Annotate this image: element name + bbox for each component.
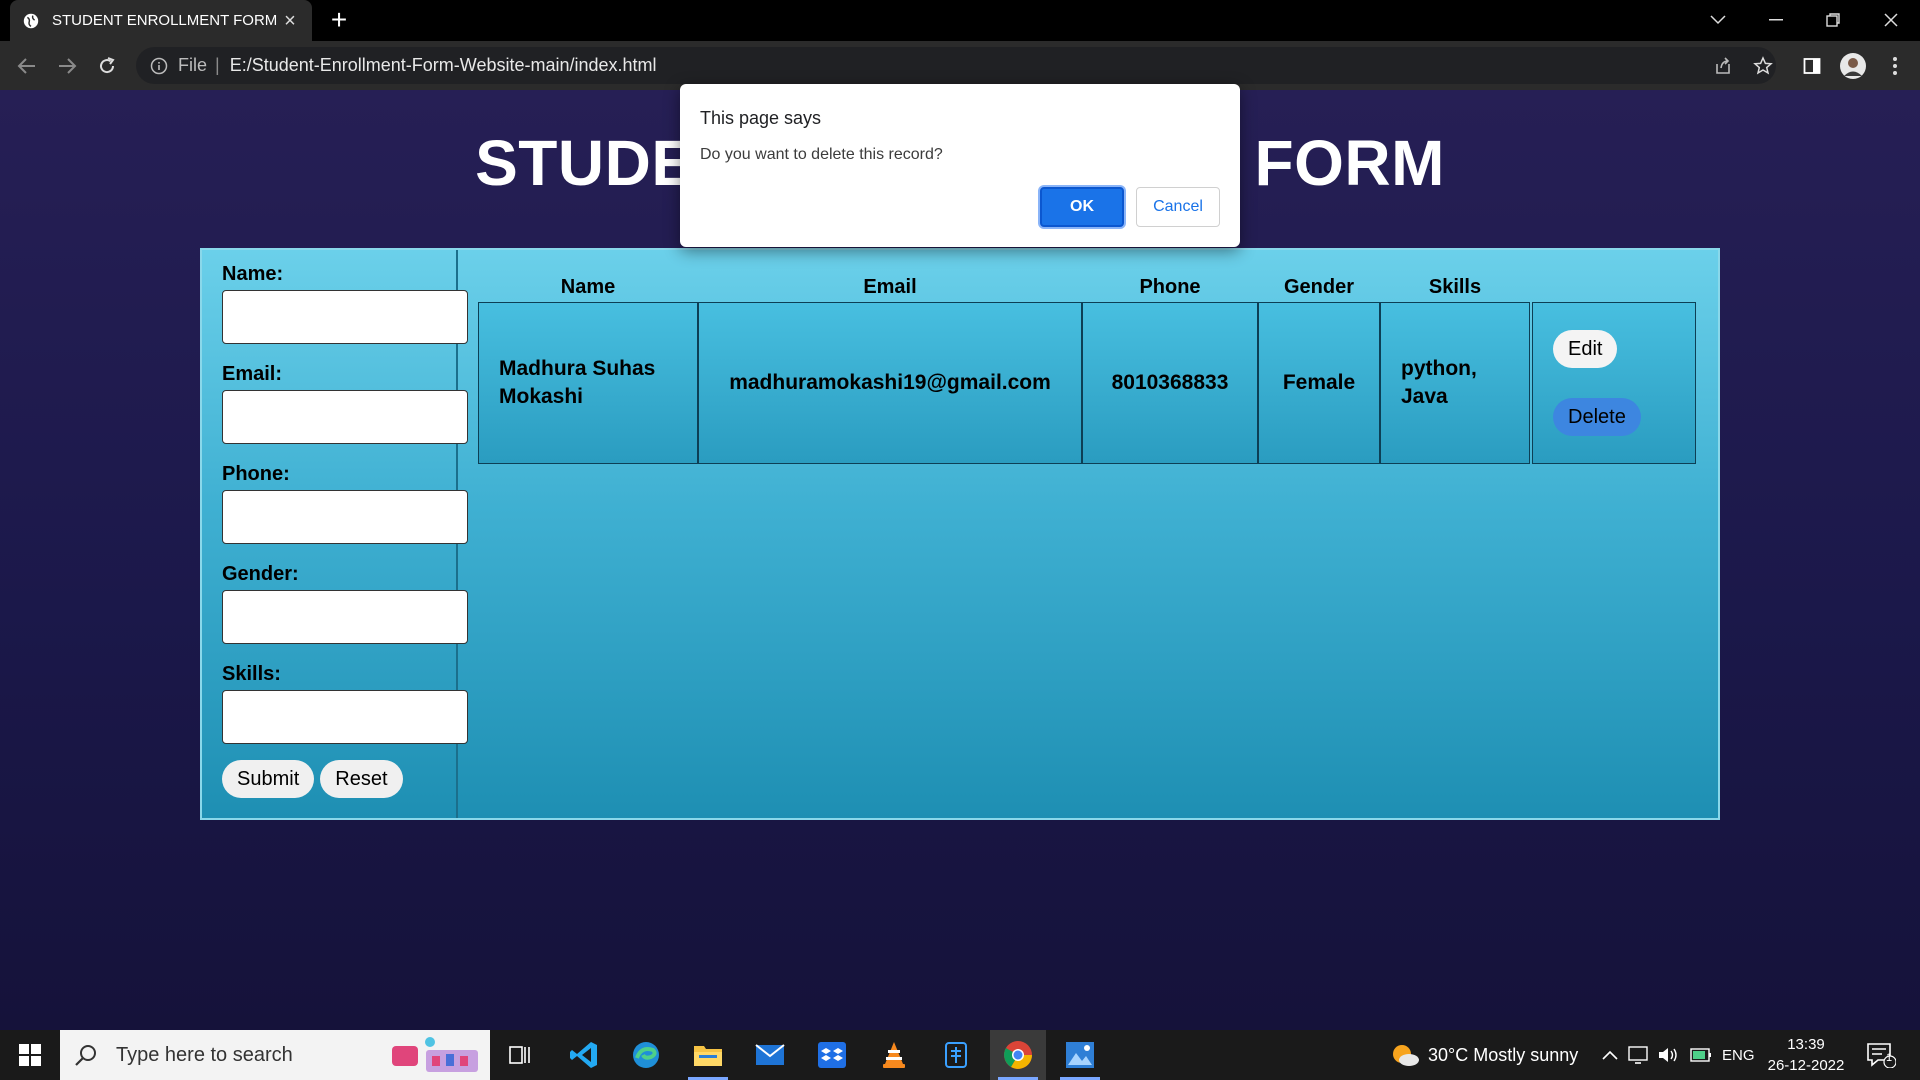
taskbar-search[interactable]: Type here to search: [60, 1030, 490, 1080]
delete-button[interactable]: Delete: [1553, 398, 1641, 436]
search-placeholder: Type here to search: [116, 1043, 293, 1066]
cell-actions: Edit Delete: [1532, 302, 1696, 464]
enrollment-form: Name: Email: Phone: Gender: Skills: Subm…: [202, 250, 468, 818]
volume-icon[interactable]: [1658, 1046, 1680, 1064]
vlc-icon[interactable]: [866, 1030, 922, 1080]
windows-logo-icon: [19, 1044, 41, 1066]
sun-cloud-icon: [1393, 1045, 1419, 1066]
page-title-right: FORM: [1254, 127, 1445, 199]
cell-phone: 8010368833: [1082, 302, 1258, 464]
photos-icon[interactable]: [1052, 1030, 1108, 1080]
records-table: Name Email Phone Gender Skills Madhura S…: [460, 250, 1718, 818]
clock[interactable]: 13:39 26-12-2022: [1760, 1034, 1852, 1076]
battery-icon[interactable]: [1690, 1048, 1712, 1062]
gender-label: Gender:: [222, 563, 299, 585]
form-buttons: Submit Reset: [222, 760, 403, 798]
address-scheme: File: [178, 55, 208, 75]
reload-icon[interactable]: [92, 51, 122, 81]
cell-skills: python, Java: [1380, 302, 1530, 464]
gender-input[interactable]: [222, 590, 468, 644]
cancel-button[interactable]: Cancel: [1136, 187, 1220, 227]
phone-input[interactable]: [222, 490, 468, 544]
submit-button[interactable]: Submit: [222, 760, 315, 798]
chevron-up-icon[interactable]: [1602, 1050, 1618, 1060]
close-window-button[interactable]: [1871, 6, 1911, 34]
share-icon[interactable]: [1708, 51, 1738, 81]
edge-icon[interactable]: [618, 1030, 674, 1080]
task-view-icon[interactable]: [492, 1030, 548, 1080]
column-header-phone: Phone: [1139, 276, 1201, 298]
edit-button[interactable]: Edit: [1553, 330, 1618, 368]
notification-count: 1: [1886, 1052, 1893, 1064]
cell-email: madhuramokashi19@gmail.com: [698, 302, 1082, 464]
address-bar[interactable]: File | E:/Student-Enrollment-Form-Websit…: [136, 47, 1776, 84]
info-icon[interactable]: [150, 57, 168, 75]
language-indicator[interactable]: ENG: [1722, 1047, 1755, 1064]
more-menu-icon[interactable]: [1880, 51, 1910, 81]
search-highlight-icon: [392, 1037, 478, 1072]
notifications-button[interactable]: 1: [1866, 1030, 1896, 1080]
clock-time: 13:39: [1787, 1036, 1825, 1053]
address-separator: |: [215, 55, 220, 75]
dialog-message: Do you want to delete this record?: [700, 146, 943, 163]
skills-label: Skills:: [222, 663, 281, 685]
search-icon: [75, 1045, 96, 1066]
page-title-left: STUDE: [475, 127, 695, 199]
cell-gender: Female: [1258, 302, 1380, 464]
tab-title: STUDENT ENROLLMENT FORM: [52, 12, 278, 29]
tab-search-icon[interactable]: [1698, 6, 1738, 34]
new-tab-button[interactable]: +: [325, 6, 353, 35]
name-label: Name:: [222, 263, 284, 285]
dialog-title: This page says: [700, 108, 822, 128]
cell-name: Madhura Suhas Mokashi: [478, 302, 698, 464]
enrollment-panel: Name: Email: Phone: Gender: Skills: Subm…: [200, 248, 1720, 820]
profile-avatar[interactable]: [1838, 51, 1868, 81]
name-input[interactable]: [222, 290, 468, 344]
dropbox-icon[interactable]: [804, 1030, 860, 1080]
weather-text: 30°C Mostly sunny: [1428, 1044, 1579, 1065]
email-input[interactable]: [222, 390, 468, 444]
restore-button[interactable]: [1813, 6, 1853, 34]
email-label: Email:: [222, 363, 283, 385]
start-button[interactable]: [0, 1030, 60, 1080]
forward-arrow-icon[interactable]: [52, 51, 82, 81]
file-explorer-icon[interactable]: [680, 1030, 736, 1080]
browser-toolbar: File | E:/Student-Enrollment-Form-Websit…: [0, 41, 1920, 90]
globe-icon: [23, 13, 39, 28]
vscode-icon[interactable]: [556, 1030, 612, 1080]
minimize-button[interactable]: [1756, 6, 1796, 34]
secure-app-icon[interactable]: [928, 1030, 984, 1080]
chrome-icon[interactable]: [990, 1030, 1046, 1080]
back-arrow-icon[interactable]: [12, 51, 42, 81]
network-icon[interactable]: [1628, 1046, 1648, 1064]
clock-date: 26-12-2022: [1767, 1057, 1845, 1074]
column-header-name: Name: [560, 276, 616, 298]
column-header-email: Email: [863, 276, 917, 298]
browser-tab-active[interactable]: STUDENT ENROLLMENT FORM ×: [10, 0, 312, 41]
phone-label: Phone:: [222, 463, 290, 485]
mail-icon[interactable]: [742, 1030, 798, 1080]
ok-button[interactable]: OK: [1040, 187, 1124, 227]
address-url: E:/Student-Enrollment-Form-Website-main/…: [229, 55, 657, 75]
browser-tab-strip: STUDENT ENROLLMENT FORM × +: [0, 0, 1920, 41]
weather-widget[interactable]: 30°C Mostly sunny: [1390, 1030, 1578, 1080]
close-tab-icon[interactable]: ×: [280, 11, 300, 31]
confirm-dialog: This page says Do you want to delete thi…: [680, 84, 1240, 247]
column-header-skills: Skills: [1428, 276, 1482, 298]
windows-taskbar: Type here to search 30°C Mostly sunny EN…: [0, 1030, 1920, 1080]
reset-button[interactable]: Reset: [320, 760, 403, 798]
bookmark-star-icon[interactable]: [1748, 51, 1778, 81]
side-panel-icon[interactable]: [1797, 51, 1827, 81]
system-tray: ENG: [1602, 1030, 1755, 1080]
column-header-gender: Gender: [1283, 276, 1355, 298]
skills-input[interactable]: [222, 690, 468, 744]
